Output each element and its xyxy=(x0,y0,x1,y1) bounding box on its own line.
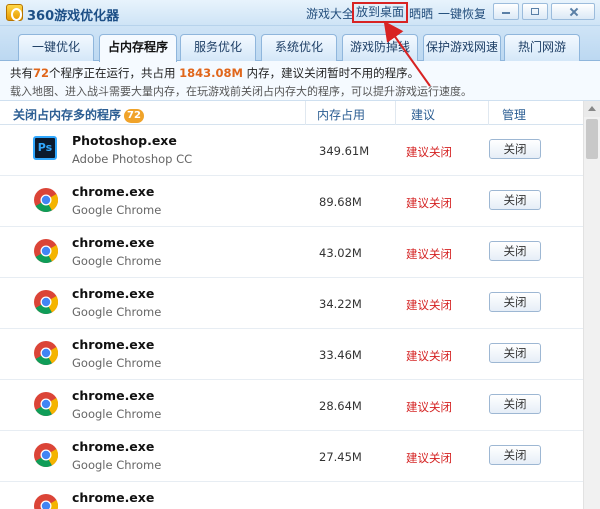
process-description: Google Chrome xyxy=(72,407,162,421)
close-process-button[interactable]: 关闭 xyxy=(489,139,541,159)
process-name: chrome.exe xyxy=(72,337,155,352)
top-link-share[interactable]: 晒晒 xyxy=(409,5,433,22)
process-memory: 27.45M xyxy=(319,450,362,464)
process-advice: 建议关闭 xyxy=(406,400,452,414)
chrome-icon xyxy=(34,443,59,468)
process-name: Photoshop.exe xyxy=(72,133,177,148)
tab-anti-disconnect[interactable]: 游戏防掉线 xyxy=(342,34,418,61)
chrome-icon xyxy=(34,341,59,366)
close-window-button[interactable] xyxy=(551,3,595,20)
process-description: Google Chrome xyxy=(72,458,162,472)
chrome-icon xyxy=(34,494,58,509)
process-name: chrome.exe xyxy=(72,235,155,250)
header-manage: 管理 xyxy=(502,108,527,122)
scrollbar-thumb[interactable] xyxy=(586,119,598,159)
process-memory: 43.02M xyxy=(319,246,362,260)
table-row: chrome.exe Google Chrome 33.46M 建议关闭 关闭 xyxy=(0,329,583,380)
process-memory: 28.64M xyxy=(319,399,362,413)
process-name: chrome.exe xyxy=(72,388,155,403)
process-advice: 建议关闭 xyxy=(406,298,452,312)
table-row: chrome.exe Google Chrome 34.22M 建议关闭 关闭 xyxy=(0,278,583,329)
summary-text: 共有72个程序正在运行，共占用 1843.08M 内存，建议关闭暂时不用的程序。 xyxy=(10,66,420,80)
table-row: chrome.exe Google Chrome 89.68M 建议关闭 关闭 xyxy=(0,176,583,227)
minimize-icon xyxy=(494,4,518,19)
table-row: chrome.exe Google Chrome 27.45M 建议关闭 关闭 xyxy=(0,431,583,482)
process-name: chrome.exe xyxy=(72,184,155,199)
column-divider xyxy=(488,101,489,125)
chrome-icon xyxy=(34,392,59,417)
process-memory: 33.46M xyxy=(319,348,362,362)
game-optimizer-logo-icon xyxy=(6,4,23,21)
tab-system-optimize[interactable]: 系统优化 xyxy=(261,34,337,61)
tip-text: 载入地图、进入战斗需要大量内存，在玩游戏前关闭占内存大的程序，可以提升游戏运行速… xyxy=(10,85,472,98)
header-memory: 内存占用 xyxy=(317,108,366,122)
maximize-button[interactable] xyxy=(522,3,548,20)
process-count: 72 xyxy=(33,66,50,80)
tab-popular-games[interactable]: 热门网游 xyxy=(504,34,580,61)
process-name: chrome.exe xyxy=(72,490,155,505)
tab-one-click-optimize[interactable]: 一键优化 xyxy=(18,34,94,61)
close-icon xyxy=(561,4,594,19)
info-bar: 共有72个程序正在运行，共占用 1843.08M 内存，建议关闭暂时不用的程序。… xyxy=(0,61,600,101)
top-link-send-to-desktop[interactable]: 放到桌面 xyxy=(352,2,409,23)
column-divider xyxy=(305,101,306,125)
process-advice: 建议关闭 xyxy=(406,247,452,261)
process-memory: 34.22M xyxy=(319,297,362,311)
process-description: Google Chrome xyxy=(72,305,162,319)
process-name: chrome.exe xyxy=(72,286,155,301)
tab-memory-programs[interactable]: 占内存程序 xyxy=(99,34,177,62)
table-row: chrome.exe Google Chrome 43.02M 建议关闭 关闭 xyxy=(0,227,583,278)
maximize-icon xyxy=(523,4,547,19)
memory-total: 1843.08M xyxy=(179,66,243,80)
close-process-button[interactable]: 关闭 xyxy=(489,343,541,363)
close-process-button[interactable]: 关闭 xyxy=(489,190,541,210)
process-advice: 建议关闭 xyxy=(406,349,452,363)
process-description: Google Chrome xyxy=(72,254,162,268)
tab-protect-network-speed[interactable]: 保护游戏网速 xyxy=(423,34,501,61)
process-memory: 89.68M xyxy=(319,195,362,209)
tab-bar: 一键优化 占内存程序 服务优化 系统优化 游戏防掉线 保护游戏网速 热门网游 xyxy=(0,26,600,62)
title-bar: 360游戏优化器 游戏大全 放到桌面 晒晒 一键恢复 xyxy=(0,0,600,26)
chrome-icon xyxy=(34,239,59,264)
app-title: 360游戏优化器 xyxy=(27,9,120,24)
top-link-one-click-restore[interactable]: 一键恢复 xyxy=(438,5,486,22)
process-advice: 建议关闭 xyxy=(406,451,452,465)
process-name: chrome.exe xyxy=(72,439,155,454)
table-row: Ps Photoshop.exe Adobe Photoshop CC 349.… xyxy=(0,125,583,176)
top-link-game-list[interactable]: 游戏大全 xyxy=(306,5,354,22)
process-description: Google Chrome xyxy=(72,203,162,217)
close-process-button[interactable]: 关闭 xyxy=(489,394,541,414)
close-process-button[interactable]: 关闭 xyxy=(489,292,541,312)
process-list: Ps Photoshop.exe Adobe Photoshop CC 349.… xyxy=(0,125,583,509)
table-row: chrome.exe Google Chrome 28.64M 建议关闭 关闭 xyxy=(0,380,583,431)
process-description: Google Chrome xyxy=(72,356,162,370)
process-count-badge: 72 xyxy=(124,109,144,123)
header-advice: 建议 xyxy=(411,108,436,122)
photoshop-icon: Ps xyxy=(33,136,57,160)
close-process-button[interactable]: 关闭 xyxy=(489,445,541,465)
column-divider xyxy=(395,101,396,125)
process-memory: 349.61M xyxy=(319,144,370,158)
chrome-icon xyxy=(34,290,59,315)
process-description: Adobe Photoshop CC xyxy=(72,152,193,166)
close-process-button[interactable]: 关闭 xyxy=(489,241,541,261)
table-header: 关闭占内存多的程序 72 内存占用 建议 管理 xyxy=(0,101,583,125)
header-main: 关闭占内存多的程序 72 xyxy=(13,106,144,123)
tab-service-optimize[interactable]: 服务优化 xyxy=(180,34,256,61)
process-advice: 建议关闭 xyxy=(406,145,452,159)
minimize-button[interactable] xyxy=(493,3,519,20)
table-row: chrome.exe xyxy=(0,482,583,509)
scroll-up-arrow-icon[interactable] xyxy=(584,101,600,117)
chrome-icon xyxy=(34,188,59,213)
process-advice: 建议关闭 xyxy=(406,196,452,210)
vertical-scrollbar[interactable] xyxy=(583,101,600,509)
